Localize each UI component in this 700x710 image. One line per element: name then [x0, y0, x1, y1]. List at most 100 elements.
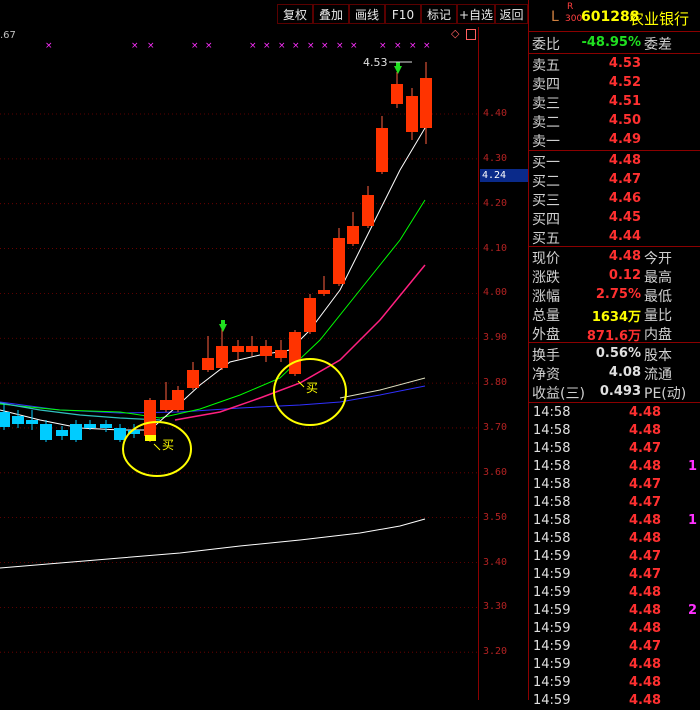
f10-button[interactable]: F10: [385, 4, 421, 24]
quote-row: 涨幅 2.75% 最低: [529, 285, 700, 305]
axis-tick-label: 4.20: [483, 197, 508, 209]
tick-volume: 1: [688, 513, 698, 528]
tick-price: 4.47: [629, 477, 662, 492]
quote-value: 4.48: [608, 249, 641, 264]
fund-row: 净资 4.08 流通: [529, 363, 700, 383]
svg-text:×: ×: [409, 41, 417, 51]
down-candle: [40, 424, 52, 440]
svg-text:×: ×: [205, 41, 213, 51]
add-favorite-button[interactable]: +自选: [457, 4, 495, 24]
mark-button[interactable]: 标记: [421, 4, 457, 24]
tick-row: 14:58 4.48 1: [529, 458, 700, 476]
tick-price: 4.48: [629, 675, 662, 690]
tick-time: 14:58: [533, 513, 571, 528]
tick-price: 4.48: [629, 531, 662, 546]
svg-text:×: ×: [336, 41, 344, 51]
candlesticks: [0, 62, 432, 442]
up-candle: [216, 346, 228, 368]
ma5-line: [0, 127, 426, 431]
axis-tick-label: 4.00: [483, 287, 508, 299]
svg-text:×: ×: [321, 41, 329, 51]
bid-value: 4.44: [608, 229, 641, 244]
tick-price: 4.47: [629, 567, 662, 582]
svg-text:×: ×: [350, 41, 358, 51]
up-candle: [362, 195, 374, 226]
tick-time: 14:59: [533, 621, 571, 636]
bid-value: 4.47: [608, 172, 641, 187]
bid-label: 买二: [532, 174, 560, 190]
draw-line-button[interactable]: 画线: [349, 4, 385, 24]
buy-marker-2: 买: [273, 358, 347, 426]
tick-row: 14:58 4.48: [529, 404, 700, 422]
weicha-label: 委差: [644, 37, 672, 53]
fuquan-button[interactable]: 复权: [277, 4, 313, 24]
peak-price-label: 4.53: [363, 56, 388, 69]
quote-label2: 量比: [644, 308, 672, 324]
tick-price: 4.47: [629, 495, 662, 510]
tick-price: 4.48: [629, 513, 662, 528]
ask-row: 卖三 4.51: [529, 92, 700, 112]
up-candle: [144, 400, 156, 436]
axis-tick-label: 4.30: [483, 152, 508, 164]
fund-value: 4.08: [608, 365, 641, 380]
up-candle: [333, 238, 345, 284]
bid-row: 买一 4.48: [529, 151, 700, 171]
axis-tick-label: 3.40: [483, 556, 508, 568]
ask-row: 卖二 4.50: [529, 111, 700, 131]
tick-time: 14:58: [533, 477, 571, 492]
weibi-row: 委比 -48.95% 委差: [529, 33, 700, 53]
axis-tick-label: 3.90: [483, 332, 508, 344]
tick-price: 4.48: [629, 585, 662, 600]
down-candle: [100, 424, 112, 428]
ask-label: 卖三: [532, 96, 560, 112]
stock-header: L R 300 601288 农业银行: [529, 0, 700, 32]
svg-text:×: ×: [249, 41, 257, 51]
overlay-button[interactable]: 叠加: [313, 4, 349, 24]
ask-label: 卖一: [532, 134, 560, 150]
tick-time: 14:59: [533, 639, 571, 654]
flag-r-num: 300: [565, 14, 583, 24]
svg-text:×: ×: [263, 41, 271, 51]
tick-row: 14:59 4.48: [529, 692, 700, 710]
square-icon[interactable]: [466, 29, 476, 40]
axis-tick-label: 3.70: [483, 421, 508, 433]
tick-row: 14:58 4.48: [529, 422, 700, 440]
axis-tick-label: 4.40: [483, 108, 508, 119]
quote-panel: L R 300 601288 农业银行 委比 -48.95% 委差 卖五 4.53…: [528, 0, 700, 708]
quote-label: 现价: [532, 251, 560, 267]
svg-text:×: ×: [394, 41, 402, 51]
tick-row: 14:59 4.48: [529, 656, 700, 674]
up-candle: [160, 400, 172, 410]
tick-volume: 1: [688, 459, 698, 474]
moving-average-lines: [0, 127, 426, 569]
quote-label: 外盘: [532, 327, 560, 343]
axis-tick-label: 3.50: [483, 511, 508, 523]
tick-row: 14:59 4.48: [529, 584, 700, 602]
axis-tick-label: 3.80: [483, 377, 508, 389]
diamond-icon[interactable]: ◇: [451, 28, 460, 39]
quote-label: 涨幅: [532, 289, 560, 305]
tick-price: 4.47: [629, 441, 662, 456]
tick-price: 4.48: [629, 405, 662, 420]
quote-value: 871.6万: [586, 329, 641, 344]
buy-marker-text: 买: [306, 381, 318, 395]
fund-row: 换手 0.56% 股本: [529, 344, 700, 364]
down-candle: [114, 428, 126, 440]
tick-price: 4.48: [629, 657, 662, 672]
back-button[interactable]: 返回: [495, 4, 528, 24]
quote-label2: 最高: [644, 270, 672, 286]
weibi-value: -48.95%: [581, 35, 641, 50]
top-left-label: .67: [0, 30, 16, 41]
up-candle: [172, 390, 184, 410]
tick-row: 14:59 4.48 2: [529, 602, 700, 620]
tick-row: 14:59 4.47: [529, 548, 700, 566]
bid-label: 买五: [532, 231, 560, 247]
ask-row: 卖五 4.53: [529, 54, 700, 74]
up-candle: [260, 346, 272, 356]
quote-label2: 最低: [644, 289, 672, 305]
down-arrow-icon: [219, 320, 227, 332]
kline-chart[interactable]: 买 买 4.53 × × × × × × × × × × × × × × × × ×: [0, 0, 478, 700]
tick-time: 14:59: [533, 585, 571, 600]
svg-text:×: ×: [307, 41, 315, 51]
tick-row: 14:58 4.47: [529, 440, 700, 458]
